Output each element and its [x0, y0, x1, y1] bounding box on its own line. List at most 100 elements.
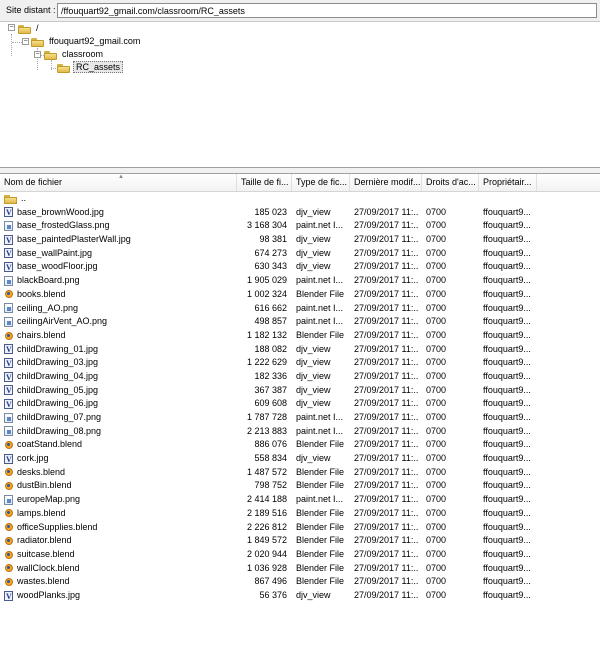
column-header-owner[interactable]: Propriétair...	[479, 174, 537, 191]
remote-site-label: Site distant :	[6, 5, 56, 15]
file-type: Blender File	[296, 548, 345, 559]
file-row[interactable]: dustBin.blend 798 752 Blender File 27/09/20…	[0, 479, 600, 493]
file-row[interactable]: childDrawing_08.png 2 213 883 paint.net I.…	[0, 425, 600, 439]
file-permissions: 0700	[426, 453, 447, 464]
file-row[interactable]: childDrawing_05.jpg 367 387 djv_view 27/09/…	[0, 384, 600, 397]
file-owner: ffouquart9...	[483, 247, 531, 258]
tree-node-rc-assets[interactable]: RC_assets	[57, 61, 124, 74]
file-row[interactable]: childDrawing_03.jpg 1 222 629 djv_view 27/0…	[0, 356, 600, 370]
column-header-permissions[interactable]: Droits d'ac...	[422, 174, 479, 191]
file-type: Blender File	[296, 535, 345, 546]
file-permissions: 0700	[426, 357, 447, 368]
file-owner: ffouquart9...	[483, 316, 531, 327]
file-modified: 27/09/2017 11:...	[354, 562, 418, 573]
file-owner: ffouquart9...	[483, 453, 531, 464]
file-type: djv_view	[296, 261, 331, 272]
file-row[interactable]: officeSupplies.blend 2 226 812 Blender Fil…	[0, 521, 600, 535]
file-modified: 27/09/2017 11:...	[354, 316, 418, 327]
file-size: 367 387	[254, 384, 287, 395]
tree-node-root[interactable]: /	[18, 22, 41, 35]
blend-icon	[4, 536, 13, 546]
column-header-filename[interactable]: ▲ Nom de fichier	[0, 174, 237, 191]
file-row[interactable]: books.blend 1 002 324 Blender File 27/09/20…	[0, 288, 600, 302]
file-size: 498 857	[254, 316, 287, 327]
file-name: childDrawing_05.jpg	[17, 384, 99, 395]
column-header-modified[interactable]: Dernière modif...	[350, 174, 422, 191]
file-name: dustBin.blend	[17, 480, 72, 491]
file-row[interactable]: chairs.blend 1 182 132 Blender File 27/09/2…	[0, 329, 600, 343]
file-row[interactable]: desks.blend 1 487 572 Blender File 27/09/20…	[0, 466, 600, 480]
remote-path-input[interactable]	[57, 3, 597, 18]
file-row[interactable]: base_paintedPlasterWall.jpg 98 381 djv_vie…	[0, 233, 600, 247]
file-modified: 27/09/2017 11:...	[354, 494, 418, 505]
file-type: djv_view	[296, 370, 331, 381]
file-size: 616 662	[254, 302, 287, 313]
file-row[interactable]: cork.jpg 558 834 djv_view 27/09/2017 11:...…	[0, 452, 600, 466]
file-type: Blender File	[296, 439, 345, 450]
parent-directory-row[interactable]: ..	[0, 192, 600, 206]
file-row[interactable]: blackBoard.png 1 905 029 paint.net I... 27/…	[0, 274, 600, 288]
file-name: childDrawing_01.jpg	[17, 343, 99, 354]
folder-icon	[4, 194, 17, 204]
file-row[interactable]: europeMap.png 2 414 188 paint.net I... 27/0…	[0, 493, 600, 507]
file-modified: 27/09/2017 11:...	[354, 548, 418, 559]
file-permissions: 0700	[426, 247, 447, 258]
paint-icon	[4, 275, 13, 286]
folder-icon	[31, 37, 44, 47]
file-row[interactable]: childDrawing_01.jpg 188 082 djv_view 27/09/…	[0, 343, 600, 356]
file-type: djv_view	[296, 357, 331, 368]
file-row[interactable]: wastes.blend 867 496 Blender File 27/09/201…	[0, 575, 600, 589]
file-permissions: 0700	[426, 589, 447, 600]
file-permissions: 0700	[426, 384, 447, 395]
tree-collapse-toggle[interactable]: −	[22, 38, 29, 45]
file-modified: 27/09/2017 11:...	[354, 384, 418, 395]
sort-ascending-icon: ▲	[118, 174, 124, 180]
file-row[interactable]: base_woodFloor.jpg 630 343 djv_view 27/09/2…	[0, 260, 600, 274]
file-row[interactable]: childDrawing_04.jpg 182 336 djv_view 27/09/…	[0, 370, 600, 384]
file-row[interactable]: wallClock.blend 1 036 928 Blender File 27/0…	[0, 562, 600, 576]
tree-node-user[interactable]: ffouquart92_gmail.com	[31, 35, 142, 48]
file-row[interactable]: base_brownWood.jpg 185 023 djv_view 27/09/2…	[0, 206, 600, 219]
file-row[interactable]: coatStand.blend 886 076 Blender File 27/09/…	[0, 438, 600, 452]
file-owner: ffouquart9...	[483, 466, 531, 477]
file-modified: 27/09/2017 11:...	[354, 425, 418, 436]
tree-node-label: classroom	[62, 49, 104, 59]
file-row[interactable]: base_wallPaint.jpg 674 273 djv_view 27/09/2…	[0, 247, 600, 260]
file-permissions: 0700	[426, 466, 447, 477]
tree-collapse-toggle[interactable]: −	[8, 24, 15, 31]
djv-icon	[4, 590, 13, 603]
file-row[interactable]: woodPlanks.jpg 56 376 djv_view 27/09/2017 1…	[0, 589, 600, 603]
file-type: Blender File	[296, 562, 345, 573]
file-row[interactable]: ceiling_AO.png 616 662 paint.net I... 27/09…	[0, 302, 600, 316]
file-row[interactable]: lamps.blend 2 189 516 Blender File 27/09/20…	[0, 507, 600, 521]
file-name: wallClock.blend	[17, 562, 80, 573]
file-owner: ffouquart9...	[483, 412, 531, 422]
file-permissions: 0700	[426, 220, 447, 231]
file-modified: 27/09/2017 11:...	[354, 206, 418, 217]
djv-icon	[4, 384, 13, 397]
tree-collapse-toggle[interactable]: −	[34, 51, 41, 58]
file-owner: ffouquart9...	[483, 370, 531, 381]
tree-node-classroom[interactable]: classroom	[44, 48, 105, 61]
file-owner: ffouquart9...	[483, 398, 531, 409]
file-owner: ffouquart9...	[483, 494, 531, 505]
file-row[interactable]: childDrawing_07.png 1 787 728 paint.net I.…	[0, 411, 600, 425]
file-owner: ffouquart9...	[483, 384, 531, 395]
folder-icon	[57, 63, 70, 73]
file-row[interactable]: ceilingAirVent_AO.png 498 857 paint.net I.…	[0, 315, 600, 329]
column-header-filesize[interactable]: Taille de fi...	[237, 174, 292, 191]
file-size: 98 381	[259, 234, 287, 245]
file-row[interactable]: radiator.blend 1 849 572 Blender File 27/09…	[0, 534, 600, 548]
file-row[interactable]: childDrawing_06.jpg 609 608 djv_view 27/09/…	[0, 397, 600, 411]
file-size: 1 487 572	[246, 466, 287, 477]
file-modified: 27/09/2017 11:...	[354, 398, 418, 409]
file-modified: 27/09/2017 11:...	[354, 234, 418, 245]
file-owner: ffouquart9...	[483, 562, 531, 573]
file-permissions: 0700	[426, 494, 447, 505]
file-row[interactable]: suitcase.blend 2 020 944 Blender File 27/09…	[0, 548, 600, 562]
file-modified: 27/09/2017 11:...	[354, 480, 418, 491]
file-type: Blender File	[296, 507, 345, 518]
file-name: coatStand.blend	[17, 439, 83, 450]
column-header-filetype[interactable]: Type de fic...	[292, 174, 350, 191]
file-row[interactable]: base_frostedGlass.png 3 168 304 paint.net …	[0, 219, 600, 233]
